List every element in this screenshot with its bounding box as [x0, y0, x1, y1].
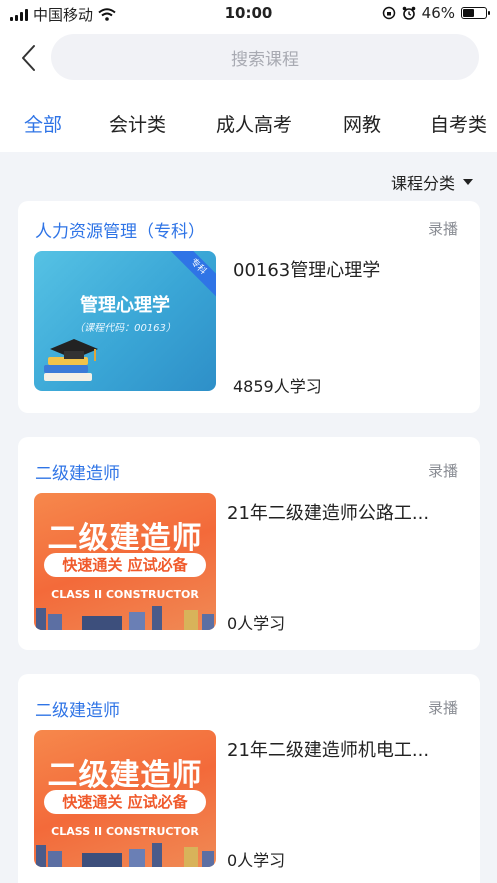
course-category-filter[interactable]: 课程分类 [391, 170, 473, 194]
tab-adult-exam[interactable]: 成人高考 [216, 110, 292, 137]
thumbnail-title: 二级建造师 [47, 521, 203, 556]
tab-all[interactable]: 全部 [24, 110, 62, 137]
course-title: 21年二级建造师公路工... [227, 503, 430, 524]
tab-accounting[interactable]: 会计类 [109, 110, 166, 137]
search-input[interactable]: 搜索课程 [51, 34, 479, 80]
caret-down-icon [463, 179, 473, 185]
thumbnail-subtitle: （课程代码：00163） [74, 323, 176, 334]
thumbnail-title: 二级建造师 [47, 758, 203, 793]
search-placeholder: 搜索课程 [231, 49, 299, 70]
course-title: 00163管理心理学 [233, 260, 381, 281]
learner-count: 0人学习 [227, 614, 286, 633]
thumbnail-slogan: 快速通关 应试必备 [44, 553, 206, 577]
orientation-lock-icon [382, 6, 395, 20]
graduation-cap-icon [44, 339, 98, 381]
course-category: 二级建造师 [35, 464, 120, 484]
course-card[interactable]: 人力资源管理（专科） 录播 专科 管理心理学 （课程代码：00163） 0016… [18, 201, 480, 413]
status-bar: 中国移动 10:00 46% [0, 0, 497, 26]
tab-online-education[interactable]: 网教 [343, 110, 381, 137]
learner-count: 0人学习 [227, 851, 286, 870]
recorded-tag: 录播 [427, 699, 458, 717]
battery-icon [461, 7, 490, 19]
thumbnail-english: CLASS II CONSTRUCTOR [51, 588, 199, 601]
battery-percent: 46% [421, 4, 455, 22]
city-skyline-icon [36, 843, 214, 867]
alarm-icon [402, 6, 415, 20]
course-category: 人力资源管理（专科） [35, 222, 205, 242]
filter-label: 课程分类 [390, 174, 455, 193]
course-title: 21年二级建造师机电工... [227, 740, 430, 761]
course-card[interactable]: 二级建造师 录播 二级建造师 快速通关 应试必备 CLASS II CONSTR… [18, 437, 480, 650]
tab-self-study-exam[interactable]: 自考类 [430, 110, 487, 137]
chevron-left-icon [22, 45, 35, 71]
back-button[interactable] [16, 40, 44, 76]
course-thumbnail: 二级建造师 快速通关 应试必备 CLASS II CONSTRUCTOR [34, 730, 216, 867]
recorded-tag: 录播 [427, 220, 458, 238]
thumbnail-slogan: 快速通关 应试必备 [44, 790, 206, 814]
city-skyline-icon [36, 606, 214, 630]
course-thumbnail: 专科 管理心理学 （课程代码：00163） [34, 251, 216, 391]
course-card[interactable]: 二级建造师 录播 二级建造师 快速通关 应试必备 CLASS II CONSTR… [18, 674, 480, 883]
learner-count: 4859人学习 [233, 377, 322, 396]
category-tabs: 全部 会计类 成人高考 网教 自考类 [0, 110, 497, 146]
recorded-tag: 录播 [427, 462, 458, 480]
course-category: 二级建造师 [35, 701, 120, 721]
course-thumbnail: 二级建造师 快速通关 应试必备 CLASS II CONSTRUCTOR [34, 493, 216, 630]
thumbnail-english: CLASS II CONSTRUCTOR [51, 825, 199, 838]
thumbnail-title: 管理心理学 [80, 295, 170, 316]
